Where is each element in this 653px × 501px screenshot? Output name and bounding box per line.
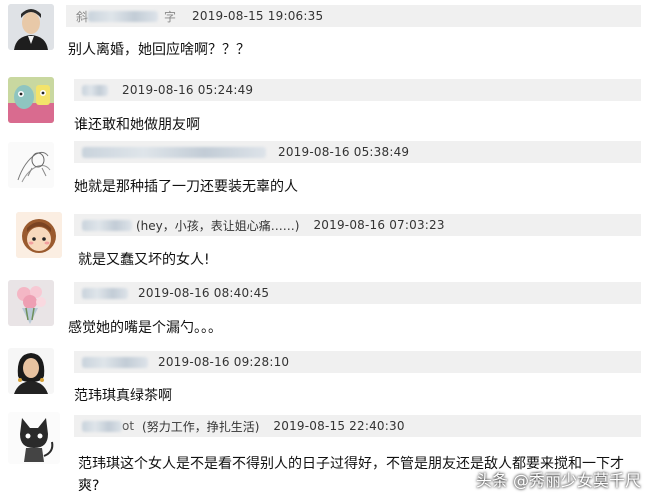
user-avatar[interactable]: [8, 77, 54, 123]
comment-timestamp: 2019-08-16 08:40:45: [138, 286, 270, 300]
user-avatar[interactable]: [8, 412, 60, 464]
woman-portrait-icon: [8, 348, 54, 394]
comment-meta-bar: 2019-08-16 08:40:45: [74, 282, 641, 304]
comment-timestamp: 2019-08-16 05:24:49: [122, 83, 254, 97]
cat-drawing-icon: [8, 412, 60, 464]
user-avatar[interactable]: [8, 280, 54, 326]
comment-timestamp: 2019-08-16 07:03:23: [313, 218, 445, 232]
comment-item: 2019-08-16 05:38:49 她就是那种插了一刀还要装无辜的人: [0, 138, 653, 204]
blurred-username[interactable]: [88, 10, 159, 22]
user-signature: (努力工作，挣扎生活): [142, 419, 260, 434]
comment-item: 斜 字 2019-08-15 19:06:35 别人离婚，她回应啥啊？？？: [0, 0, 653, 68]
comment-meta-bar: 2019-08-16 05:24:49: [74, 79, 641, 101]
username-suffix[interactable]: 字: [164, 8, 176, 25]
blurred-username[interactable]: [82, 287, 128, 299]
user-avatar[interactable]: [8, 4, 54, 50]
watermark: 头条 @秀丽少女莫千尺: [475, 471, 641, 490]
comment-text: 别人离婚，她回应啥啊？？？: [68, 42, 250, 58]
user-avatar[interactable]: [16, 212, 62, 258]
comment-meta-bar: ot (努力工作，挣扎生活) 2019-08-15 22:40:30: [74, 415, 641, 437]
comment-meta-bar: (hey，小孩，表让姐心痛……) 2019-08-16 07:03:23: [74, 214, 641, 236]
user-avatar[interactable]: [8, 348, 54, 394]
man-portrait-icon: [8, 4, 54, 50]
comment-text: 谁还敢和她做朋友啊: [74, 117, 200, 133]
cartoon-character-icon: [8, 77, 54, 123]
cartoon-girl-icon: [16, 212, 62, 258]
blurred-username[interactable]: [82, 420, 122, 432]
comment-meta-bar: 2019-08-16 09:28:10: [74, 351, 641, 373]
blurred-username[interactable]: [82, 146, 266, 158]
comment-item: (hey，小孩，表让姐心痛……) 2019-08-16 07:03:23 就是又…: [0, 206, 653, 272]
comment-text: 就是又蠢又坏的女人!: [78, 252, 210, 268]
comment-timestamp: 2019-08-16 09:28:10: [158, 355, 290, 369]
comment-item: 2019-08-16 08:40:45 感觉她的嘴是个漏勺。。。: [0, 276, 653, 342]
comment-item: 2019-08-16 09:28:10 范玮琪真绿茶啊: [0, 346, 653, 408]
comment-timestamp: 2019-08-16 05:38:49: [278, 145, 410, 159]
comment-text: 她就是那种插了一刀还要装无辜的人: [74, 179, 298, 195]
comment-meta-bar: 2019-08-16 05:38:49: [74, 141, 641, 163]
user-avatar[interactable]: [8, 142, 54, 188]
flower-bouquet-icon: [8, 280, 54, 326]
comment-text: 范玮琪真绿茶啊: [74, 388, 172, 404]
comment-text: 感觉她的嘴是个漏勺。。。: [68, 320, 222, 336]
blurred-username[interactable]: [82, 84, 108, 96]
blurred-username[interactable]: [82, 356, 148, 368]
comment-timestamp: 2019-08-15 22:40:30: [273, 419, 405, 433]
username-suffix[interactable]: ot: [122, 419, 134, 433]
sketch-drawing-icon: [8, 142, 54, 188]
comment-item: 2019-08-16 05:24:49 谁还敢和她做朋友啊: [0, 70, 653, 138]
username-fragment[interactable]: 斜: [76, 8, 88, 25]
user-signature: (hey，小孩，表让姐心痛……): [136, 218, 300, 233]
blurred-username[interactable]: [82, 219, 132, 231]
comment-meta-bar: 斜 字 2019-08-15 19:06:35: [66, 5, 641, 27]
comment-timestamp: 2019-08-15 19:06:35: [192, 9, 324, 23]
